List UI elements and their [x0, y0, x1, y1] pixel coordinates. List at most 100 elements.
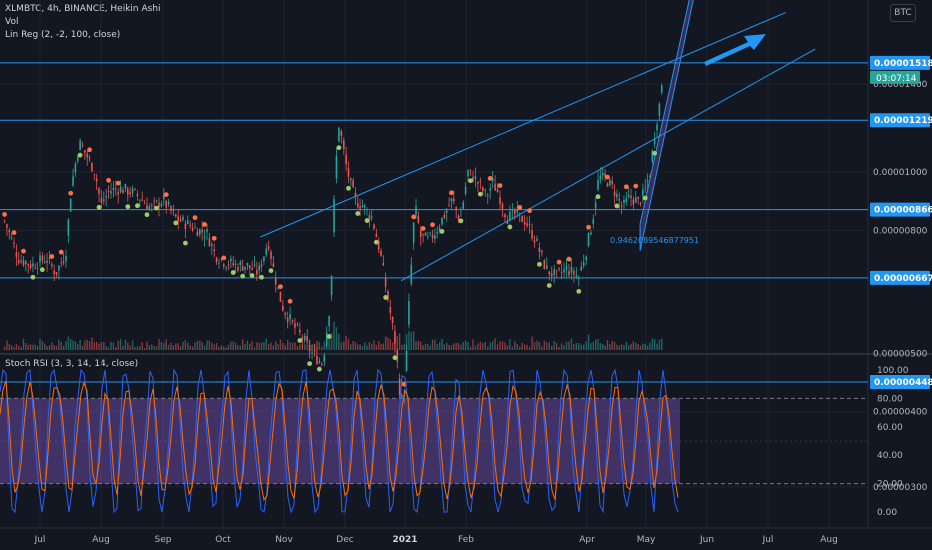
candle-body — [541, 250, 543, 253]
signal-dot — [556, 259, 562, 265]
regression-channel[interactable] — [639, 0, 695, 251]
volume-bar — [86, 339, 88, 350]
volume-bar — [412, 331, 415, 350]
candle-body — [263, 256, 265, 262]
volume-bar — [211, 342, 213, 350]
candle-body — [462, 202, 465, 209]
volume-bar — [642, 343, 644, 350]
signal-dot — [30, 274, 36, 280]
volume-bar — [347, 339, 350, 350]
candle-body — [272, 263, 275, 267]
signal-dot — [487, 175, 493, 181]
volume-bar — [450, 345, 453, 350]
volume-bar — [103, 342, 105, 350]
price-chart[interactable]: 0.9462089546877951 0.000014000.000010000… — [0, 0, 932, 550]
arrow-annotation[interactable] — [704, 34, 766, 66]
volume-bar — [22, 338, 25, 350]
volume-bar — [627, 345, 630, 350]
volume-bar — [8, 344, 11, 350]
candle-body — [311, 351, 313, 353]
candle-body — [239, 261, 242, 266]
candle-body — [553, 269, 555, 275]
volume-bar — [60, 341, 62, 350]
volume-bar — [107, 347, 110, 350]
candle-body — [115, 188, 117, 190]
volume-bar — [58, 339, 60, 350]
volume-bar — [651, 338, 653, 350]
volume-bar — [74, 341, 77, 350]
volume-bar — [213, 344, 215, 350]
signal-dot — [68, 190, 74, 196]
volume-bar — [55, 345, 58, 350]
volume-bar — [496, 344, 499, 350]
volume-bar — [65, 340, 67, 350]
volume-bar — [32, 344, 34, 350]
candle-body — [570, 266, 573, 273]
volume-bar — [249, 343, 251, 350]
candle-body — [618, 198, 621, 201]
volume-bar — [653, 339, 656, 350]
volume-bar — [182, 341, 184, 350]
candle-body — [225, 267, 227, 268]
candle-body — [232, 263, 235, 266]
volume-bar — [583, 344, 585, 350]
volume-bar — [509, 338, 511, 350]
candle-body — [246, 262, 249, 266]
volume-bar — [67, 336, 70, 350]
candle-body — [148, 206, 151, 210]
candle-body — [494, 184, 496, 191]
candle-body — [146, 205, 148, 210]
volume-bar — [558, 347, 560, 350]
candle-body — [363, 205, 366, 208]
candle-body — [506, 221, 509, 224]
signal-dot — [411, 214, 417, 220]
candle-body — [258, 265, 261, 271]
candle-body — [401, 395, 403, 397]
volume-bar — [286, 339, 289, 350]
volume-bar — [453, 343, 455, 350]
candle-body — [215, 257, 218, 262]
volume-bar — [343, 341, 345, 350]
volume-bar — [129, 345, 131, 350]
candle-body — [469, 169, 472, 171]
volume-bar — [623, 345, 625, 350]
volume-bars — [3, 321, 663, 350]
candle-body — [441, 217, 443, 225]
signal-dot — [527, 208, 532, 214]
volume-bar — [338, 333, 340, 350]
volume-bar — [375, 345, 378, 350]
volume-bar — [27, 345, 29, 350]
volume-bar — [53, 345, 55, 350]
volume-bar — [299, 344, 301, 350]
volume-bar — [275, 341, 277, 350]
candle-body — [151, 204, 153, 206]
candle-body — [482, 187, 484, 192]
volume-bar — [95, 341, 98, 350]
candle-body — [611, 180, 613, 185]
signal-dot — [623, 184, 629, 190]
volume-bar — [165, 339, 167, 350]
volume-bar — [263, 341, 265, 350]
candle-body — [177, 216, 179, 221]
signal-dot — [259, 274, 264, 280]
volume-bar — [387, 337, 389, 350]
volume-bar — [616, 344, 618, 350]
volume-bar — [401, 344, 403, 350]
candle-body — [427, 236, 429, 238]
volume-bar — [48, 345, 51, 350]
volume-bar — [304, 344, 306, 350]
volume-bar — [323, 341, 325, 350]
volume-bar — [131, 340, 134, 350]
signal-dot — [135, 203, 140, 209]
candle-body — [431, 234, 434, 239]
signal-dot — [336, 145, 342, 151]
volume-bar — [391, 342, 394, 350]
candle-body — [187, 220, 189, 224]
signal-dot — [115, 180, 121, 186]
signal-dot — [2, 212, 7, 217]
candle-body — [620, 205, 623, 207]
candles — [3, 83, 663, 404]
signal-dot — [163, 192, 169, 197]
volume-bar — [146, 341, 148, 350]
volume-bar — [215, 343, 218, 350]
